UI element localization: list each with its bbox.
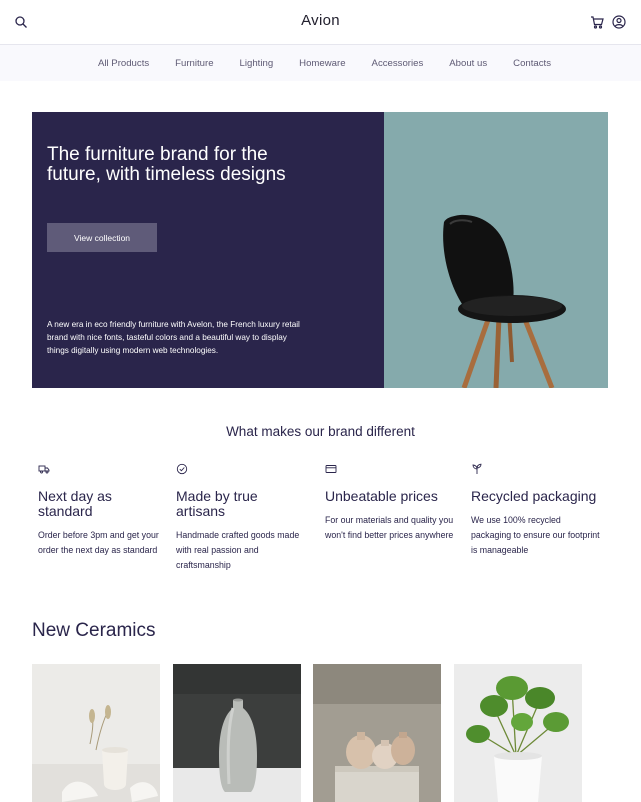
view-collection-button[interactable]: View collection xyxy=(47,223,157,252)
product-image-potted-plant[interactable] xyxy=(454,664,582,802)
delivery-truck-icon xyxy=(38,463,50,475)
hero-section: The furniture brand for the future, with… xyxy=(32,112,608,388)
credit-card-icon xyxy=(325,463,337,475)
product-image-vase-dried-flowers[interactable] xyxy=(32,664,160,802)
product-image-small-vases[interactable] xyxy=(313,664,441,802)
nav-item-furniture[interactable]: Furniture xyxy=(175,58,213,69)
feature-text: For our materials and quality you won't … xyxy=(325,515,454,540)
feature-text: Handmade crafted goods made with real pa… xyxy=(176,530,300,570)
user-icon[interactable] xyxy=(611,14,627,30)
nav-item-homeware[interactable]: Homeware xyxy=(299,58,345,69)
feature-item: Made by true artisans Handmade crafted g… xyxy=(176,463,306,573)
nav-item-all-products[interactable]: All Products xyxy=(98,58,149,69)
feature-item: Next day as standard Order before 3pm an… xyxy=(38,463,168,558)
checkmark-circle-icon xyxy=(176,463,188,475)
feature-title: Unbeatable prices xyxy=(325,488,438,504)
hero-title: The furniture brand for the future, with… xyxy=(47,144,286,185)
feature-item: Unbeatable prices For our materials and … xyxy=(325,463,455,543)
hero-chair-image xyxy=(384,112,608,388)
product-image-tall-vase[interactable] xyxy=(173,664,301,802)
feature-item: Recycled packaging We use 100% recycled … xyxy=(471,463,601,558)
feature-text: We use 100% recycled packaging to ensure… xyxy=(471,515,600,555)
feature-title: Made by true artisans xyxy=(176,488,258,519)
sprout-icon xyxy=(471,463,483,475)
nav-item-lighting[interactable]: Lighting xyxy=(240,58,274,69)
nav-item-about-us[interactable]: About us xyxy=(449,58,487,69)
features-title: What makes our brand different xyxy=(226,424,415,439)
feature-text: Order before 3pm and get your order the … xyxy=(38,530,159,555)
hero-panel: The furniture brand for the future, with… xyxy=(32,112,384,388)
main-nav: All Products Furniture Lighting Homeware… xyxy=(0,45,641,81)
brand-logo[interactable]: Avion xyxy=(0,12,641,29)
nav-item-contacts[interactable]: Contacts xyxy=(513,58,551,69)
feature-title: Next day as standard xyxy=(38,488,112,519)
top-bar: Avion xyxy=(0,0,641,45)
ceramics-title: New Ceramics xyxy=(32,620,156,641)
cart-icon[interactable] xyxy=(589,14,605,30)
feature-title: Recycled packaging xyxy=(471,488,597,504)
nav-item-accessories[interactable]: Accessories xyxy=(372,58,424,69)
hero-description: A new era in eco friendly furniture with… xyxy=(47,320,300,355)
